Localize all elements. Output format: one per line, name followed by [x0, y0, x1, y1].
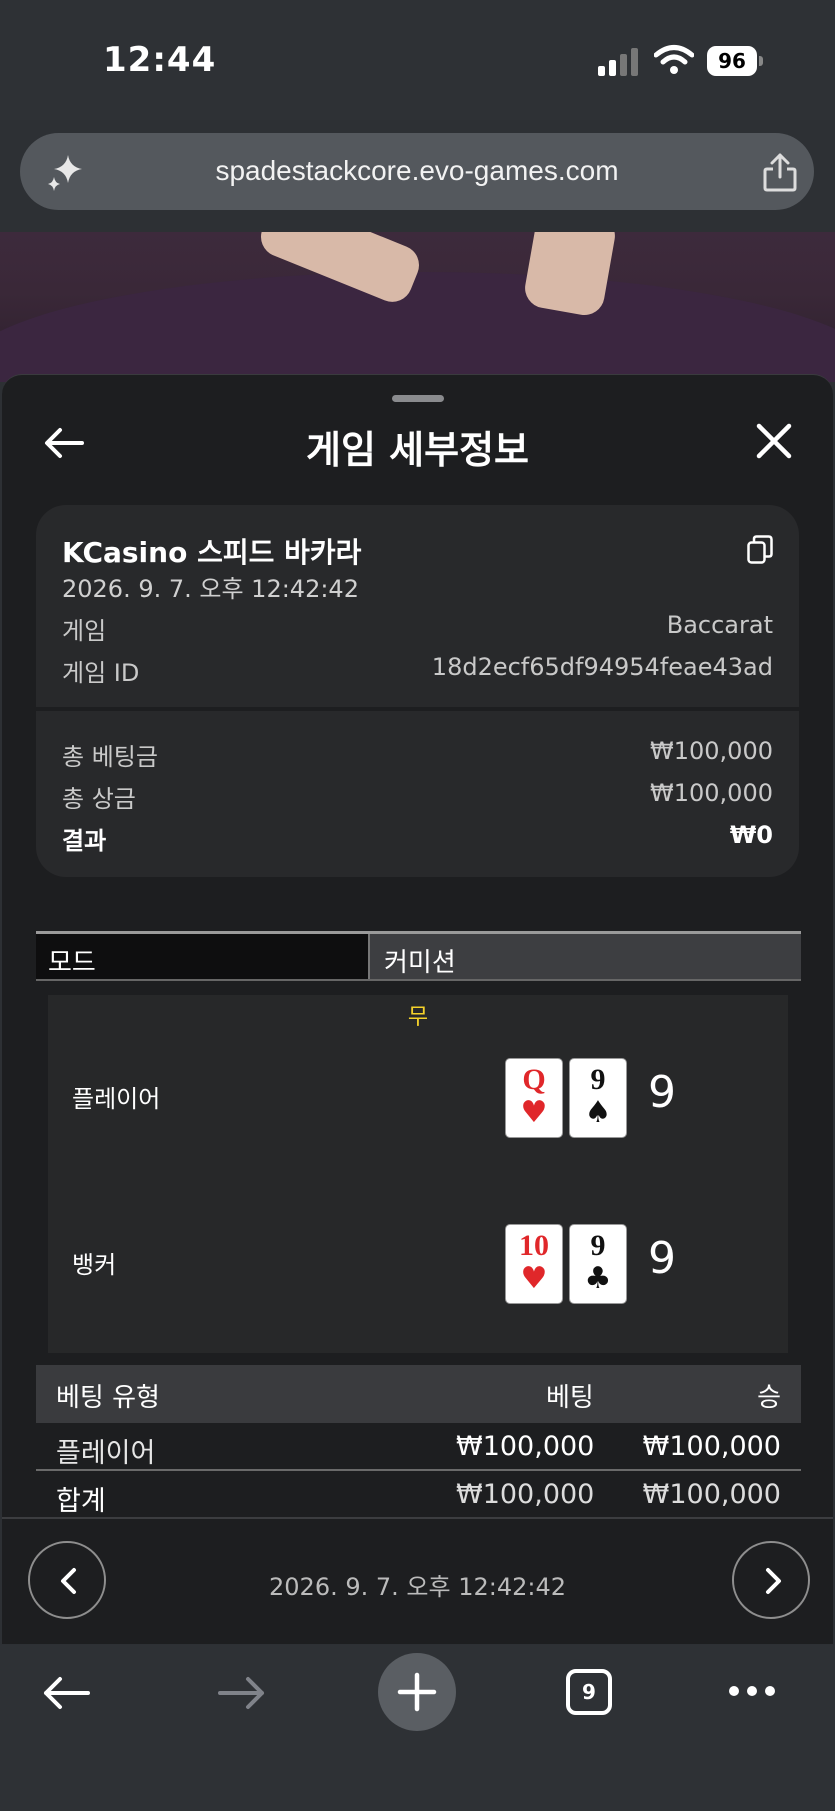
tab-switcher-button[interactable]: 9 — [566, 1669, 612, 1715]
detail-value: Baccarat — [666, 611, 773, 639]
browser-toolbar: 9 — [0, 1645, 835, 1811]
sheet-grabber[interactable] — [392, 395, 444, 402]
round-navigation: 2026. 9. 7. 오후 12:42:42 — [2, 1519, 833, 1644]
mode-row: 모드 커미션 — [36, 931, 801, 981]
game-details-sheet: 게임 세부정보 KCasino 스피드 바카라 2026. 9. 7. 오후 1… — [2, 374, 833, 1644]
total-label: 합계 — [56, 1486, 106, 1517]
result-value: ₩0 — [729, 821, 773, 849]
game-datetime-row: 2026. 9. 7. 오후 12:42:42 — [62, 569, 773, 604]
card-rank: 9 — [590, 1229, 606, 1262]
round-result-panel: 무 플레이어 Q ♥ 9 ♠ 9 뱅커 10 ♥ 9 ♣ 9 — [48, 995, 788, 1353]
plus-icon — [397, 1672, 437, 1712]
game-datetime: 2026. 9. 7. 오후 12:42:42 — [62, 575, 359, 603]
total-bet-amount: ₩100,000 — [456, 1479, 595, 1510]
heart-icon: ♥ — [520, 1095, 548, 1130]
screen: 12:44 96 spadestackcore.evo-games.com 게임… — [0, 0, 835, 1811]
status-time: 12:44 — [103, 40, 217, 80]
player-label: 플레이어 — [72, 1085, 161, 1113]
total-win-amount: ₩100,000 — [642, 1479, 781, 1510]
mode-label: 모드 — [36, 934, 370, 979]
cellular-signal-icon — [598, 46, 640, 76]
game-info-card: KCasino 스피드 바카라 2026. 9. 7. 오후 12:42:42 … — [36, 505, 799, 707]
forward-icon[interactable] — [216, 1673, 268, 1713]
address-bar[interactable]: spadestackcore.evo-games.com — [20, 133, 814, 210]
new-tab-button[interactable] — [378, 1653, 456, 1731]
total-row: 합계 ₩100,000 ₩100,000 — [36, 1473, 801, 1519]
total-prize-value: ₩100,000 — [650, 779, 773, 807]
detail-label: 게임 ID — [62, 659, 140, 687]
mode-value: 커미션 — [370, 934, 801, 979]
card-rank: 10 — [519, 1229, 549, 1262]
result-label: 결과 — [62, 827, 107, 855]
bet-type-header: 베팅 유형 — [56, 1383, 160, 1413]
status-bar: 12:44 96 — [0, 0, 835, 120]
wifi-icon — [654, 45, 694, 74]
card-rank: 9 — [590, 1063, 606, 1096]
battery-icon: 96 — [707, 46, 763, 76]
battery-level: 96 — [707, 46, 757, 76]
chevron-right-icon — [766, 1568, 781, 1594]
tie-label: 무 — [407, 1005, 429, 1030]
game-name: KCasino 스피드 바카라 — [62, 536, 362, 569]
card-rank: Q — [522, 1063, 546, 1096]
banker-score: 9 — [648, 1233, 676, 1284]
detail-row: 게임 ID 18d2ecf65df94954feae43ad — [62, 653, 773, 688]
more-options-icon[interactable] — [726, 1683, 778, 1699]
share-icon[interactable] — [760, 151, 800, 193]
win-amount-header: 승 — [757, 1383, 781, 1413]
bet-amount-header: 베팅 — [546, 1383, 594, 1413]
banker-card-2: 9 ♣ — [570, 1225, 626, 1303]
player-card-2: 9 ♠ — [570, 1059, 626, 1137]
win-amount: ₩100,000 — [642, 1431, 781, 1462]
banker-label: 뱅커 — [72, 1251, 117, 1279]
close-icon[interactable] — [754, 421, 794, 461]
heart-icon: ♥ — [520, 1261, 548, 1296]
total-bet-row: 총 베팅금 ₩100,000 — [62, 737, 773, 772]
total-prize-label: 총 상금 — [62, 785, 136, 813]
club-icon: ♣ — [584, 1261, 612, 1296]
url-text[interactable]: spadestackcore.evo-games.com — [20, 155, 814, 187]
player-card-1: Q ♥ — [506, 1059, 562, 1137]
sheet-title: 게임 세부정보 — [306, 428, 529, 472]
round-datetime: 2026. 9. 7. 오후 12:42:42 — [269, 1573, 566, 1601]
player-score: 9 — [648, 1067, 676, 1118]
result-row: 결과 ₩0 — [62, 821, 773, 856]
total-bet-value: ₩100,000 — [650, 737, 773, 765]
total-bet-label: 총 베팅금 — [62, 743, 158, 771]
back-icon[interactable] — [40, 1673, 92, 1713]
table-row: 플레이어 ₩100,000 ₩100,000 — [36, 1425, 801, 1471]
bet-type: 플레이어 — [56, 1438, 156, 1469]
bet-amount: ₩100,000 — [456, 1431, 595, 1462]
detail-value: 18d2ecf65df94954feae43ad — [431, 653, 773, 681]
detail-row: 게임 Baccarat — [62, 611, 773, 646]
spade-icon: ♠ — [584, 1095, 612, 1130]
bets-table-header: 베팅 유형 베팅 승 — [36, 1365, 801, 1423]
detail-label: 게임 — [62, 617, 107, 645]
totals-card: 총 베팅금 ₩100,000 총 상금 ₩100,000 결과 ₩0 — [36, 711, 799, 877]
copy-icon[interactable] — [747, 535, 773, 565]
total-prize-row: 총 상금 ₩100,000 — [62, 779, 773, 814]
next-round-button[interactable] — [732, 1541, 810, 1619]
banker-card-1: 10 ♥ — [506, 1225, 562, 1303]
live-video-background — [0, 232, 835, 382]
